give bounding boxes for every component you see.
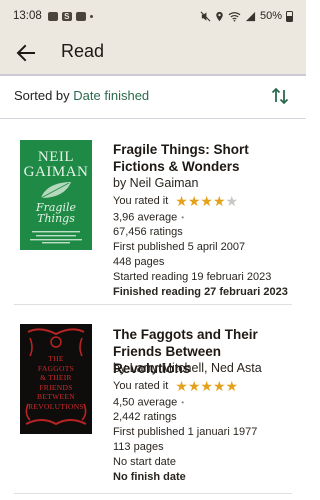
status-time: 13:08 xyxy=(13,10,42,22)
battery-icon xyxy=(286,10,293,22)
average-text: 3,96 average xyxy=(113,211,178,224)
star-filled-icon[interactable]: ★ xyxy=(200,194,213,208)
signal-icon xyxy=(245,11,256,21)
bullet-icon: • xyxy=(181,213,185,222)
star-filled-icon[interactable]: ★ xyxy=(226,379,239,393)
wifi-icon xyxy=(228,11,241,22)
cover-title-line: & THEIR xyxy=(40,373,72,382)
ratings-count: 67,456 ratings xyxy=(113,226,183,238)
sort-value-link[interactable]: Date finished xyxy=(73,88,149,103)
cover-title-line: FRIENDS xyxy=(39,382,73,392)
location-icon xyxy=(216,11,223,21)
status-bar: 13:08 S 50% xyxy=(0,0,306,32)
rated-label: You rated it xyxy=(113,379,169,392)
more-notifications-dot-icon xyxy=(89,14,93,18)
mute-icon xyxy=(200,11,211,21)
star-filled-icon[interactable]: ★ xyxy=(200,379,213,393)
book-cover[interactable]: NEIL GAIMAN Fragile Things xyxy=(20,140,92,250)
first-published: First published 5 april 2007 xyxy=(113,241,246,253)
cover-author-line: NEIL xyxy=(37,149,75,165)
sort-label: Sorted by Date finished xyxy=(14,88,149,103)
rated-label: You rated it xyxy=(113,194,169,207)
sort-prefix: Sorted by xyxy=(14,88,70,103)
sort-row: Sorted by Date finished xyxy=(0,76,306,118)
arrow-left-icon[interactable] xyxy=(16,44,36,62)
star-filled-icon[interactable]: ★ xyxy=(175,379,188,393)
app-bar: Read xyxy=(0,32,306,74)
finished-reading: Finished reading 27 februari 2023 xyxy=(113,286,288,298)
cover-title-line: FAGGOTS xyxy=(37,363,75,373)
page-count: 113 pages xyxy=(113,441,164,453)
page-count: 448 pages xyxy=(113,256,165,268)
gallery-notification-icon xyxy=(47,11,58,21)
star-filled-icon[interactable]: ★ xyxy=(175,194,188,208)
item-divider xyxy=(14,493,292,494)
cover-author-line: GAIMAN xyxy=(23,164,89,180)
started-reading: No start date xyxy=(113,456,176,468)
average-text: 4,50 average xyxy=(113,396,178,409)
finished-reading: No finish date xyxy=(113,471,186,483)
star-filled-icon[interactable]: ★ xyxy=(213,194,226,208)
book-title[interactable]: Fragile Things: Short Fictions & Wonders xyxy=(113,141,298,175)
star-empty-icon[interactable]: ★ xyxy=(226,194,239,208)
ratings-count: 2,442 ratings xyxy=(113,411,177,423)
user-rating-row: You rated it ★ ★ ★ ★ ★ xyxy=(113,194,238,208)
star-rating[interactable]: ★ ★ ★ ★ ★ xyxy=(175,194,238,208)
cover-fine-print-decoration xyxy=(30,231,82,244)
cover-title-text: Fragile Things xyxy=(20,202,92,224)
cover-title-line: THE xyxy=(48,354,64,363)
average-rating: 3,96 average • xyxy=(113,211,184,224)
star-rating[interactable]: ★ ★ ★ ★ ★ xyxy=(175,379,238,393)
bullet-icon: • xyxy=(181,398,185,407)
book-item[interactable]: NEIL GAIMAN Fragile Things Fragile Thing… xyxy=(0,119,306,301)
cover-title-line: Things xyxy=(37,212,75,225)
notification-icons: S xyxy=(47,11,93,21)
book-item[interactable]: THE FAGGOTS & THEIR FRIENDS BETWEEN REVO… xyxy=(0,305,306,495)
cover-title-line: BETWEEN xyxy=(37,392,75,401)
message-notification-icon xyxy=(75,11,86,21)
started-reading: Started reading 19 februari 2023 xyxy=(113,271,272,283)
user-rating-row: You rated it ★ ★ ★ ★ ★ xyxy=(113,379,238,393)
book-author[interactable]: by Neil Gaiman xyxy=(113,177,198,190)
leaf-illustration-icon xyxy=(40,182,71,199)
cover-title-line: REVOLUTIONS xyxy=(28,401,84,411)
s-notification-icon: S xyxy=(61,11,72,21)
sort-direction-icon[interactable] xyxy=(270,86,290,106)
star-filled-icon[interactable]: ★ xyxy=(213,379,226,393)
first-published: First published 1 januari 1977 xyxy=(113,426,258,438)
star-filled-icon[interactable]: ★ xyxy=(188,379,201,393)
cover-author-text: NEIL GAIMAN xyxy=(20,150,92,180)
battery-percent: 50% xyxy=(259,10,282,22)
page-title: Read xyxy=(61,41,105,61)
star-filled-icon[interactable]: ★ xyxy=(188,194,201,208)
cover-title-text: THE FAGGOTS & THEIR FRIENDS BETWEEN REVO… xyxy=(20,354,92,411)
book-author[interactable]: by Larry Mitchell, Ned Asta xyxy=(113,362,262,375)
book-cover[interactable]: THE FAGGOTS & THEIR FRIENDS BETWEEN REVO… xyxy=(20,324,92,434)
average-rating: 4,50 average • xyxy=(113,396,184,409)
